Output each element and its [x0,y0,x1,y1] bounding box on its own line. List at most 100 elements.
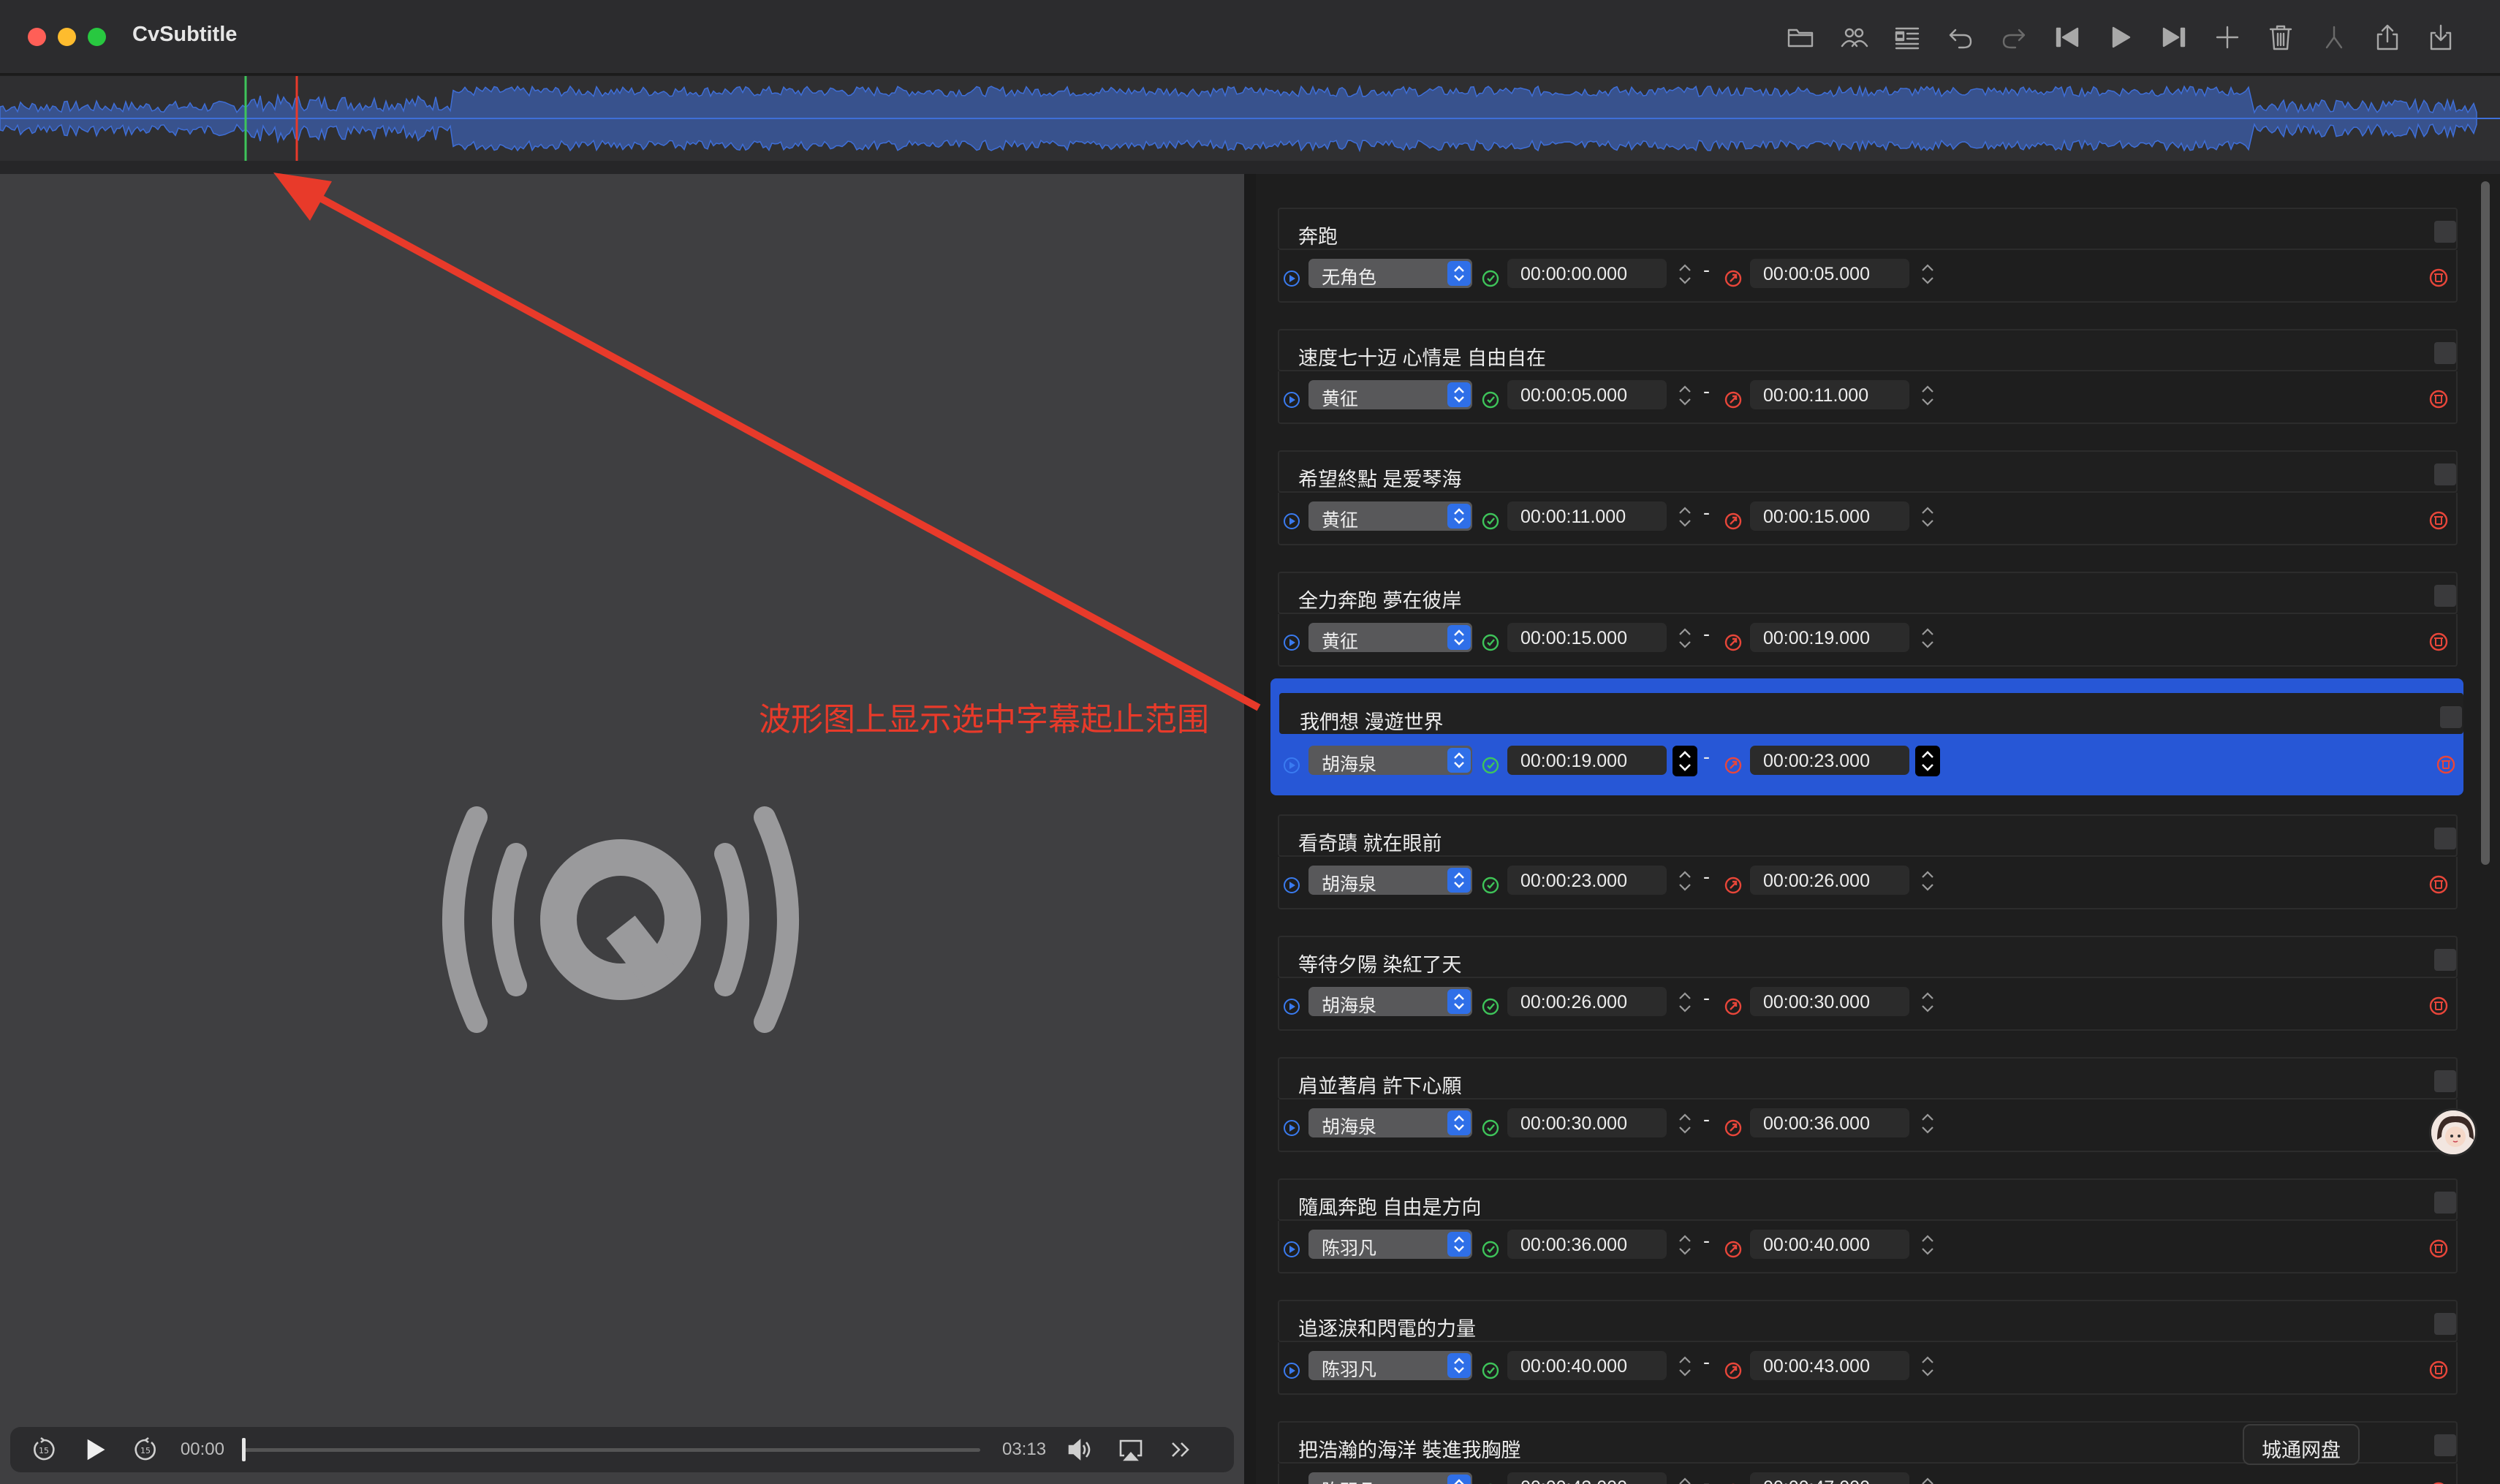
subtitle-cue[interactable]: 等待夕陽 染紅了天 胡海泉 00:00:26.000 - 00:00:30.000 [1256,933,2463,1050]
role-select-stepper[interactable] [1447,868,1471,893]
waveform-view[interactable] [0,76,2500,161]
end-time-stepper[interactable] [1915,1230,1940,1260]
subtitle-cue[interactable]: 速度七十迈 心情是 自由自在 黄征 00:00:05.000 - 00:00:11.00… [1256,326,2463,443]
skip-forward-15-button[interactable]: 15 [129,1434,162,1466]
start-time-field[interactable]: 00:00:36.000 [1507,1230,1667,1259]
role-select[interactable]: 胡海泉 [1308,746,1472,775]
undo-button[interactable] [1942,19,1979,56]
cue-text-field[interactable]: 全力奔跑 夢在彼岸 [1278,572,2458,614]
play-cue-button[interactable] [1282,997,1301,1016]
set-end-button[interactable] [1724,876,1743,895]
play-cue-button[interactable] [1282,390,1301,409]
set-start-button[interactable] [1481,997,1500,1016]
set-start-button[interactable] [1481,633,1500,652]
start-time-field[interactable]: 00:00:43.000 [1507,1472,1667,1484]
start-time-stepper[interactable] [1673,987,1697,1018]
start-time-stepper[interactable] [1673,746,1697,776]
subtitle-cue[interactable]: 希望終點 是爱琴海 黄征 00:00:11.000 - 00:00:15.000 [1256,447,2463,564]
volume-button[interactable] [1064,1434,1096,1466]
end-time-field[interactable]: 00:00:40.000 [1750,1230,1909,1259]
cue-checkbox[interactable] [2434,221,2456,243]
start-time-stepper[interactable] [1673,623,1697,654]
minimize-window-button[interactable] [58,28,76,46]
playback-scrubber[interactable] [241,1437,980,1461]
play-cue-button[interactable] [1282,1240,1301,1259]
cue-checkbox[interactable] [2434,949,2456,971]
start-time-stepper[interactable] [1673,866,1697,896]
subtitle-cue[interactable]: 我們想 漫遊世界 胡海泉 00:00:19.000 - 00:00:23.000 [1270,678,2463,795]
role-select-stepper[interactable] [1447,748,1471,773]
set-start-button[interactable] [1481,1240,1500,1259]
cue-text-field[interactable]: 奔跑 [1278,208,2458,250]
start-time-field[interactable]: 00:00:30.000 [1507,1108,1667,1137]
cue-text-field[interactable]: 我們想 漫遊世界 [1279,693,2463,734]
subtitle-cue[interactable]: 奔跑 无角色 00:00:00.000 - 00:00:05.000 [1256,205,2463,322]
start-time-stepper[interactable] [1673,501,1697,532]
end-time-stepper[interactable] [1915,501,1940,532]
end-time-field[interactable]: 00:00:43.000 [1750,1351,1909,1380]
play-cue-button[interactable] [1282,269,1301,288]
end-time-field[interactable]: 00:00:30.000 [1750,987,1909,1016]
role-select[interactable]: 胡海泉 [1308,1108,1472,1137]
set-start-button[interactable] [1481,1118,1500,1137]
end-time-field[interactable]: 00:00:05.000 [1750,259,1909,288]
delete-cue-row-button[interactable] [2428,1238,2449,1259]
subtitle-cue[interactable]: 追逐淚和閃電的力量 陈羽凡 00:00:40.000 - 00:00:43.000 [1256,1297,2463,1414]
role-select[interactable]: 陈羽凡 [1308,1351,1472,1380]
set-end-button[interactable] [1724,756,1743,775]
start-time-field[interactable]: 00:00:26.000 [1507,987,1667,1016]
start-time-stepper[interactable] [1673,1351,1697,1382]
close-window-button[interactable] [28,28,46,46]
cue-checkbox[interactable] [2434,585,2456,607]
role-select-stepper[interactable] [1447,1353,1471,1378]
play-cue-button[interactable] [1282,512,1301,531]
cue-text-field[interactable]: 隨風奔跑 自由是方向 [1278,1178,2458,1221]
start-time-stepper[interactable] [1673,1108,1697,1139]
delete-cue-row-button[interactable] [2428,1481,2449,1484]
play-cue-button[interactable] [1282,1118,1301,1137]
maximize-window-button[interactable] [88,28,106,46]
cue-text-field[interactable]: 肩並著肩 許下心願 [1278,1057,2458,1099]
role-select[interactable]: 黄征 [1308,501,1472,531]
end-time-stepper[interactable] [1915,623,1940,654]
set-start-button[interactable] [1481,390,1500,409]
play-button[interactable] [2102,19,2139,56]
role-select[interactable]: 黄征 [1308,623,1472,652]
set-start-button[interactable] [1481,876,1500,895]
role-select-stepper[interactable] [1447,504,1471,529]
end-time-field[interactable]: 00:00:47.000 [1750,1472,1909,1484]
end-time-stepper[interactable] [1915,1351,1940,1382]
roles-button[interactable] [1836,19,1872,56]
play-cue-button[interactable] [1282,756,1301,775]
cue-checkbox[interactable] [2434,828,2456,849]
delete-cue-row-button[interactable] [2428,1360,2449,1380]
start-time-field[interactable]: 00:00:19.000 [1507,746,1667,775]
set-end-button[interactable] [1724,633,1743,652]
set-end-button[interactable] [1724,1118,1743,1137]
end-time-field[interactable]: 00:00:15.000 [1750,501,1909,531]
split-divider[interactable] [1244,174,1256,1484]
start-time-field[interactable]: 00:00:05.000 [1507,380,1667,409]
set-start-button[interactable] [1481,756,1500,775]
start-time-field[interactable]: 00:00:11.000 [1507,501,1667,531]
role-select[interactable]: 黄征 [1308,380,1472,409]
import-button[interactable] [2423,19,2459,56]
delete-cue-row-button[interactable] [2428,389,2449,409]
end-time-stepper[interactable] [1915,1108,1940,1139]
end-time-stepper[interactable] [1915,1472,1940,1484]
airplay-button[interactable] [1115,1434,1147,1466]
delete-cue-row-button[interactable] [2428,632,2449,652]
end-time-field[interactable]: 00:00:11.000 [1750,380,1909,409]
start-time-stepper[interactable] [1673,1472,1697,1484]
end-time-stepper[interactable] [1915,380,1940,411]
start-time-field[interactable]: 00:00:40.000 [1507,1351,1667,1380]
next-cue-button[interactable] [2156,19,2192,56]
cue-text-field[interactable]: 看奇蹟 就在眼前 [1278,814,2458,857]
play-cue-button[interactable] [1282,1361,1301,1380]
previous-cue-button[interactable] [2049,19,2086,56]
start-time-stepper[interactable] [1673,259,1697,289]
role-select[interactable]: 胡海泉 [1308,987,1472,1016]
skip-back-15-button[interactable]: 15 [28,1434,60,1466]
subtitle-cue[interactable]: 肩並著肩 許下心願 胡海泉 00:00:30.000 - 00:00:36.000 [1256,1054,2463,1171]
role-select-stepper[interactable] [1447,625,1471,650]
